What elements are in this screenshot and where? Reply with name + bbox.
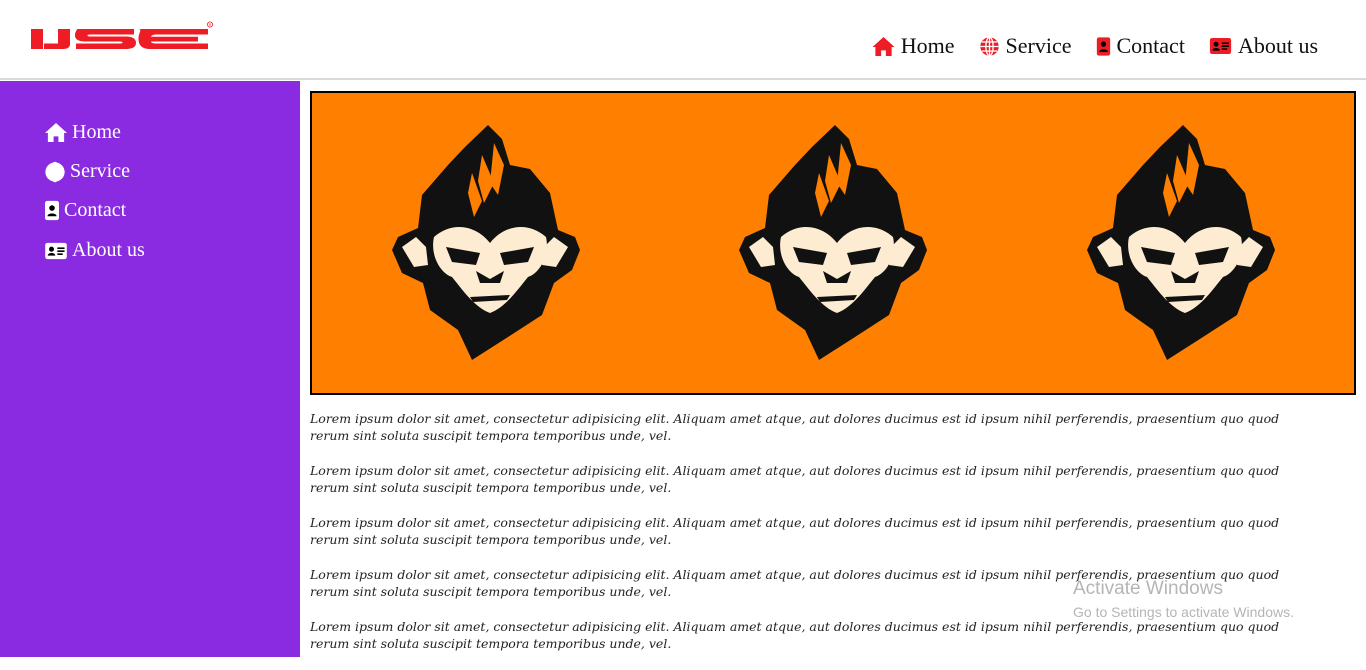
top-nav-contact[interactable]: Contact (1096, 33, 1185, 59)
top-nav-label: Contact (1116, 33, 1185, 58)
lorem-paragraph: Lorem ipsum dolor sit amet, consectetur … (310, 411, 1280, 443)
contact-badge-icon (1096, 36, 1111, 57)
ijse-logo[interactable]: R (30, 20, 215, 54)
globe-icon (44, 161, 66, 183)
home-icon (872, 36, 895, 57)
top-nav-label: Service (1005, 33, 1072, 58)
home-icon (44, 122, 68, 143)
sidebar-item-label: Contact (64, 199, 127, 221)
monkey-logo-image (1085, 125, 1285, 365)
watermark-title: Activate Windows (1073, 578, 1223, 599)
lorem-paragraph: Lorem ipsum dolor sit amet, consectetur … (310, 619, 1280, 651)
sidebar-item-label: About us (72, 239, 145, 261)
lorem-paragraph: Lorem ipsum dolor sit amet, consectetur … (310, 463, 1280, 495)
top-nav-label: About us (1237, 33, 1318, 58)
hero-banner (310, 91, 1356, 395)
sidebar-item-label: Service (70, 160, 130, 182)
contact-badge-icon (44, 200, 60, 221)
watermark-subtitle: Go to Settings to activate Windows. (1073, 604, 1294, 620)
top-nav-label: Home (900, 33, 955, 58)
monkey-logo-image (737, 125, 937, 365)
sidebar-item-service[interactable]: Service (44, 160, 130, 183)
top-nav: Home Service Contact About us (872, 33, 1318, 59)
main-content: Lorem ipsum dolor sit amet, consectetur … (310, 410, 1320, 670)
top-nav-home[interactable]: Home (872, 33, 955, 59)
lorem-paragraph: Lorem ipsum dolor sit amet, consectetur … (310, 515, 1280, 547)
sidebar-item-label: Home (72, 121, 121, 143)
svg-text:R: R (209, 23, 212, 27)
id-card-icon (1209, 37, 1232, 55)
sidebar: Home Service Contact About us (0, 81, 300, 657)
globe-icon (979, 36, 1000, 57)
monkey-logo-image (390, 125, 590, 365)
sidebar-item-contact[interactable]: Contact (44, 199, 126, 222)
sidebar-item-home[interactable]: Home (44, 121, 121, 144)
top-nav-about[interactable]: About us (1209, 33, 1318, 59)
top-header: R Home Service Contact About us (0, 0, 1366, 80)
id-card-icon (44, 242, 68, 260)
top-nav-service[interactable]: Service (979, 33, 1072, 59)
activate-windows-watermark: Activate Windows Go to Settings to activ… (1073, 578, 1294, 622)
sidebar-item-about[interactable]: About us (44, 239, 145, 262)
